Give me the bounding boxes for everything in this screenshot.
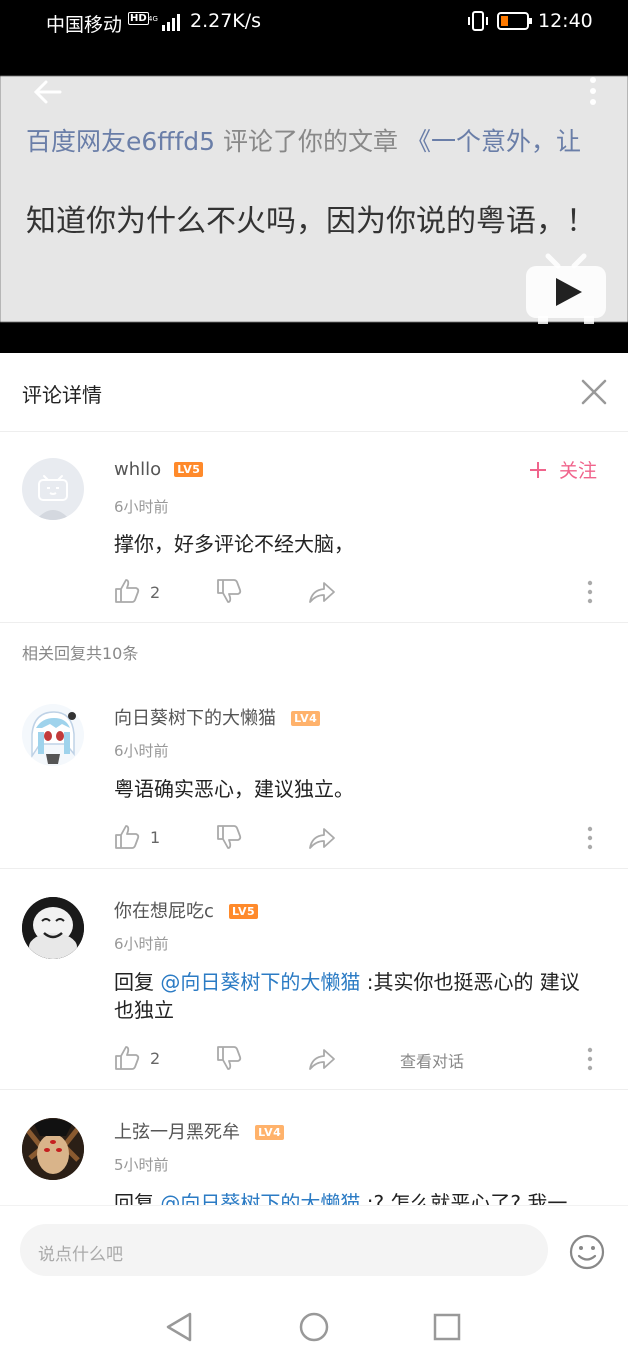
reply-item: 上弦一月黑死牟 LV4 5小时前 回复 @向日葵树下的大懒猫 :? 怎么就恶心了… [0,1090,628,1205]
close-icon[interactable] [580,378,608,410]
more-vertical-icon[interactable] [584,74,602,114]
username[interactable]: 向日葵树下的大懒猫 [114,708,276,729]
comment-input-bar: 说点什么吧 [0,1205,628,1296]
avatar[interactable] [22,458,84,520]
level-badge: LV4 [255,1125,285,1140]
reply-author-row: 上弦一月黑死牟 LV4 [114,1118,285,1144]
share-icon[interactable] [308,1047,336,1075]
level-badge: LV4 [291,711,321,726]
back-arrow-icon[interactable] [32,76,64,112]
reply-prefix: 回复 [114,970,154,994]
avatar[interactable] [22,897,84,959]
like-count: 2 [150,583,161,602]
reply-text-line1: :? 怎么就恶心了? 我一 [360,1191,568,1205]
nav-recents-icon[interactable] [432,1312,462,1346]
video-caption-line2: 知道你为什么不火吗，因为你说的粤语，！ [26,204,596,239]
network-speed: 2.27K/s [190,10,262,32]
emoji-icon[interactable] [568,1233,606,1275]
avatar[interactable] [22,704,84,766]
view-conversation-link[interactable]: 查看对话 [400,1048,464,1072]
svg-text:4G: 4G [148,15,158,23]
divider [0,622,628,623]
dislike-icon[interactable] [216,824,242,854]
more-options-icon[interactable] [586,826,594,854]
plus-icon [530,462,546,478]
like-icon[interactable] [114,824,140,854]
nav-back-icon[interactable] [164,1311,194,1347]
level-badge: LV5 [229,904,259,919]
video-caption-line1: 百度网友e6fffd5 评论了你的文章 《一个意外，让 [26,122,581,158]
video-caption-article: 《一个意外，让 [406,127,582,156]
vibrate-icon [466,11,490,35]
anime-girl-avatar [31,711,76,764]
carrier-name: 中国移动 [46,14,123,36]
meme-face-avatar [22,897,84,959]
play-tv-icon[interactable] [524,252,608,330]
mention-link[interactable]: @向日葵树下的大懒猫 [160,1191,360,1205]
reply-time: 6小时前 [114,935,169,953]
mention-link[interactable]: @向日葵树下的大懒猫 [160,970,360,994]
dislike-icon[interactable] [216,578,242,608]
reply-content: 回复 @向日葵树下的大懒猫 :? 怎么就恶心了? 我一 [114,1189,567,1205]
like-count: 1 [150,828,161,847]
share-icon[interactable] [308,826,336,854]
comment-detail-header: 评论详情 [0,353,628,432]
reply-content: 回复 @向日葵树下的大懒猫 :其实你也挺恶心的 建议 也独立 [114,968,604,1024]
comment-input-placeholder: 说点什么吧 [38,1245,123,1265]
reply-text-line1: :其实你也挺恶心的 建议 [360,970,580,994]
battery-icon [497,12,533,34]
reply-item: 你在想屁吃c LV5 6小时前 回复 @向日葵树下的大懒猫 :其实你也挺恶心的 … [0,869,628,1089]
video-caption-action: 评论了你的文章 [223,127,399,156]
reply-author-row: 向日葵树下的大懒猫 LV4 [114,704,321,730]
comment-time: 6小时前 [114,498,169,516]
like-count: 2 [150,1049,161,1068]
comment-content: 撑你，好多评论不经大脑， [114,532,354,556]
nav-home-icon[interactable] [298,1311,330,1347]
reply-content: 粤语确实恶心，建议独立。 [114,777,354,801]
reply-time: 5小时前 [114,1156,169,1174]
main-comment: whllo LV5 关注 6小时前 撑你，好多评论不经大脑， 2 [0,432,628,622]
avatar[interactable] [22,1118,84,1180]
dislike-icon[interactable] [216,1045,242,1075]
reply-prefix: 回复 [114,1191,154,1205]
status-bar: 中国移动 HD 4G 2.27K/s 12:40 [0,0,628,44]
more-options-icon[interactable] [586,580,594,608]
follow-button[interactable]: 关注 [528,456,597,483]
reply-text-line2: 也独立 [114,998,174,1022]
like-icon[interactable] [114,1045,140,1075]
anime-demon-avatar [22,1118,84,1180]
level-badge: LV5 [174,462,204,477]
username[interactable]: whllo [114,459,161,480]
comment-author-row: whllo LV5 [114,459,204,480]
reply-time: 6小时前 [114,742,169,760]
video-caption-user: 百度网友e6fffd5 [26,127,216,156]
hd-badge: HD [128,12,149,25]
like-icon[interactable] [114,578,140,608]
username[interactable]: 你在想屁吃c [114,901,214,922]
reply-author-row: 你在想屁吃c LV5 [114,897,259,923]
username[interactable]: 上弦一月黑死牟 [114,1122,240,1143]
replies-count-label: 相关回复共10条 [22,644,139,663]
clock: 12:40 [538,10,593,32]
default-avatar-icon [36,475,70,520]
share-icon[interactable] [308,580,336,608]
reply-item: 向日葵树下的大懒猫 LV4 6小时前 粤语确实恶心，建议独立。 1 [0,676,628,868]
signal-icon: 4G [148,13,184,35]
more-options-icon[interactable] [586,1047,594,1075]
page-title: 评论详情 [22,383,102,407]
system-nav-bar [0,1295,628,1361]
follow-label: 关注 [559,460,598,482]
video-player[interactable]: 百度网友e6fffd5 评论了你的文章 《一个意外，让 知道你为什么不火吗，因为… [0,44,628,353]
